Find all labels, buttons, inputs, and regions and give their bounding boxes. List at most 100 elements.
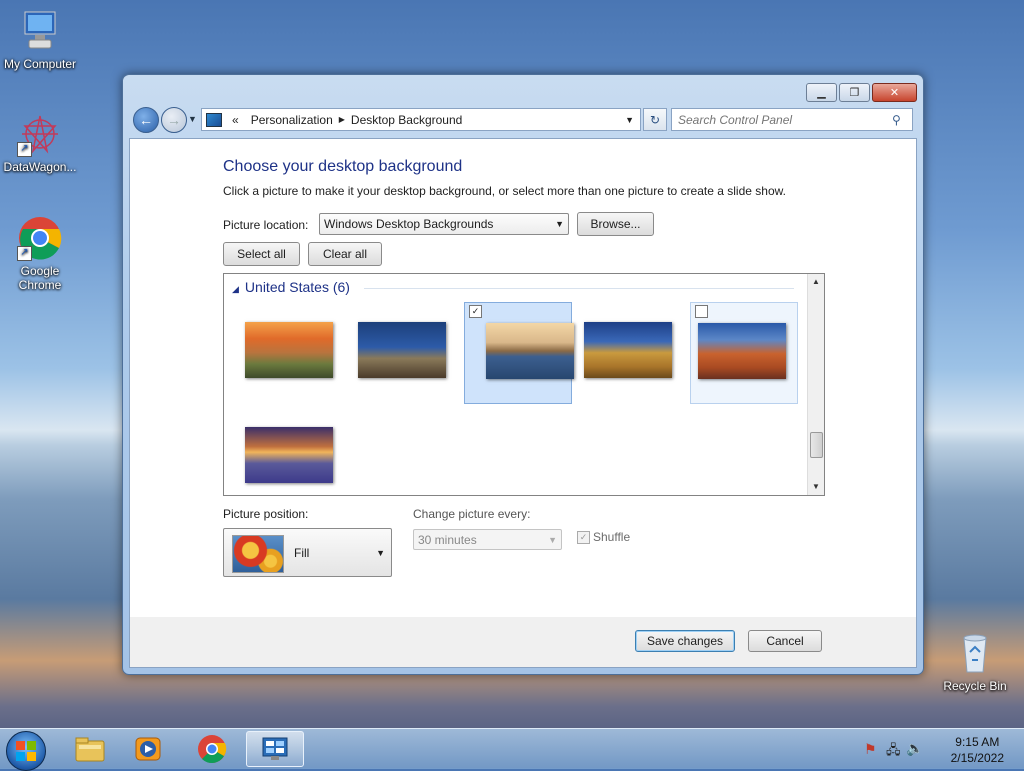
change-picture-label: Change picture every: <box>413 507 531 521</box>
system-tray: ⚑ 🖧 🔈 9:15 AM 2/15/2022 <box>854 729 1024 769</box>
picture-position-value: Fill <box>294 546 310 560</box>
forward-button[interactable]: → <box>161 107 187 133</box>
computer-icon <box>17 8 63 54</box>
change-picture-value: 30 minutes <box>418 532 477 547</box>
back-button[interactable]: ← <box>133 107 159 133</box>
minimize-button[interactable]: ▁ <box>806 83 837 102</box>
folder-icon <box>75 737 105 762</box>
control-panel-icon <box>262 737 288 760</box>
desktop-icon-label: DataWagon... <box>3 160 77 174</box>
desktop-icon-my-computer[interactable]: My Computer <box>0 8 80 71</box>
save-changes-button[interactable]: Save changes <box>635 630 735 652</box>
desktop-icon-datawagon[interactable]: ↗ DataWagon... <box>0 111 80 174</box>
desktop-icon-google-chrome[interactable]: ↗ Google Chrome <box>0 215 80 292</box>
picture-location-select[interactable]: Windows Desktop Backgrounds ▼ <box>319 213 569 235</box>
wallpaper-image-hay-bale <box>584 322 672 378</box>
group-divider <box>364 288 794 289</box>
desktop-background-window: ▁ ❐ ✕ ← → ▼ « Personalization ▶ Desktop … <box>122 74 924 675</box>
thumbnail-lighthouse[interactable] <box>337 302 446 404</box>
chevron-down-icon: ▼ <box>548 534 557 545</box>
taskbar-control-panel[interactable] <box>246 731 304 767</box>
picture-gallery: ◢ United States (6) ✓ ▲ ▼ <box>223 273 825 496</box>
address-dropdown-icon[interactable]: ▼ <box>625 115 634 125</box>
page-description: Click a picture to make it your desktop … <box>223 184 786 198</box>
shuffle-checkbox: ✓ Shuffle <box>577 530 630 544</box>
thumbnail-hay-bale[interactable] <box>563 302 672 404</box>
page-title: Choose your desktop background <box>223 158 463 175</box>
collapse-triangle-icon[interactable]: ◢ <box>232 284 239 294</box>
picture-location-value: Windows Desktop Backgrounds <box>324 217 494 231</box>
cancel-button[interactable]: Cancel <box>748 630 822 652</box>
thumbnail-checkbox[interactable] <box>695 305 708 318</box>
taskbar-media-player[interactable] <box>120 731 176 767</box>
shortcut-arrow-icon: ↗ <box>17 142 32 157</box>
desktop-icon-label: My Computer <box>3 57 77 71</box>
wallpaper-image-lupine-sunset <box>245 427 333 483</box>
maximize-button[interactable]: ❐ <box>839 83 870 102</box>
wallpaper-image-rock-reflection <box>486 323 574 379</box>
navigation-bar: ← → ▼ « Personalization ▶ Desktop Backgr… <box>131 106 913 134</box>
chrome-icon: ↗ <box>17 215 63 261</box>
browse-button[interactable]: Browse... <box>577 212 654 236</box>
shortcut-arrow-icon: ↗ <box>17 246 32 261</box>
select-all-label: Select all <box>237 247 286 261</box>
clock[interactable]: 9:15 AM 2/15/2022 <box>951 734 1004 766</box>
taskbar-chrome[interactable] <box>184 731 240 767</box>
network-icon[interactable]: 🖧 <box>886 741 901 763</box>
thumbnail-arch-rock[interactable] <box>690 302 798 404</box>
desktop-icon-label: Google Chrome <box>18 264 62 292</box>
close-button[interactable]: ✕ <box>872 83 917 102</box>
save-changes-label: Save changes <box>646 634 724 648</box>
search-input[interactable] <box>672 111 892 128</box>
start-button[interactable] <box>6 731 46 771</box>
select-all-button[interactable]: Select all <box>223 242 300 266</box>
datawagon-icon: ↗ <box>17 111 63 157</box>
clock-time: 9:15 AM <box>955 735 1000 749</box>
checkbox-box: ✓ <box>577 530 590 544</box>
search-icon[interactable]: ⚲ <box>892 113 908 127</box>
picture-position-label: Picture position: <box>223 507 309 521</box>
picture-position-select[interactable]: Fill ▼ <box>223 528 392 577</box>
desktop-icon-label: Recycle Bin <box>943 679 1007 693</box>
wallpaper-image-sunset-field <box>245 322 333 378</box>
recent-pages-dropdown[interactable]: ▼ <box>188 114 197 124</box>
flower-preview-icon <box>232 535 284 573</box>
thumbnail-sunset-field[interactable] <box>224 302 333 404</box>
thumbnail-rock-reflection[interactable]: ✓ <box>464 302 574 404</box>
chrome-icon <box>198 735 227 764</box>
clear-all-label: Clear all <box>322 247 367 261</box>
recycle-bin-icon <box>952 630 998 676</box>
close-icon: ✕ <box>889 87 900 99</box>
breadcrumb-overflow[interactable]: « <box>232 113 239 127</box>
group-header[interactable]: ◢ United States (6) <box>232 279 350 295</box>
scroll-up-icon[interactable]: ▲ <box>808 274 824 290</box>
clear-all-button[interactable]: Clear all <box>308 242 382 266</box>
thumbnail-lupine-sunset[interactable] <box>224 407 333 495</box>
control-panel-icon <box>206 112 222 127</box>
back-arrow-icon: ← <box>139 112 153 128</box>
refresh-button[interactable]: ↻ <box>643 108 667 131</box>
search-box[interactable]: ⚲ <box>671 108 913 131</box>
footer-bar: Save changes Cancel <box>129 617 917 668</box>
change-picture-select: 30 minutes ▼ <box>413 529 562 550</box>
picture-location-label: Picture location: <box>223 218 309 232</box>
address-bar[interactable]: « Personalization ▶ Desktop Background ▼ <box>201 108 641 131</box>
action-center-flag-icon[interactable]: ⚑ <box>864 741 877 758</box>
desktop-icon-recycle-bin[interactable]: Recycle Bin <box>935 630 1015 693</box>
scroll-down-icon[interactable]: ▼ <box>808 479 824 495</box>
gallery-scrollbar[interactable]: ▲ ▼ <box>807 274 824 495</box>
shuffle-label: Shuffle <box>593 530 631 544</box>
breadcrumb-separator-icon[interactable]: ▶ <box>339 115 345 124</box>
breadcrumb-desktop-background[interactable]: Desktop Background <box>351 113 462 127</box>
window-controls: ▁ ❐ ✕ <box>806 83 917 102</box>
breadcrumb-personalization[interactable]: Personalization <box>251 113 333 127</box>
cancel-label: Cancel <box>766 634 804 648</box>
thumbnail-checkbox[interactable]: ✓ <box>469 305 482 318</box>
chevron-down-icon: ▼ <box>376 548 385 558</box>
taskbar: ⚑ 🖧 🔈 9:15 AM 2/15/2022 <box>0 728 1024 771</box>
taskbar-explorer[interactable] <box>62 731 118 767</box>
chevron-down-icon: ▼ <box>555 219 564 229</box>
wallpaper-image-arch-rock <box>698 323 786 379</box>
scrollbar-thumb[interactable] <box>810 432 823 458</box>
volume-icon[interactable]: 🔈 <box>906 740 923 757</box>
